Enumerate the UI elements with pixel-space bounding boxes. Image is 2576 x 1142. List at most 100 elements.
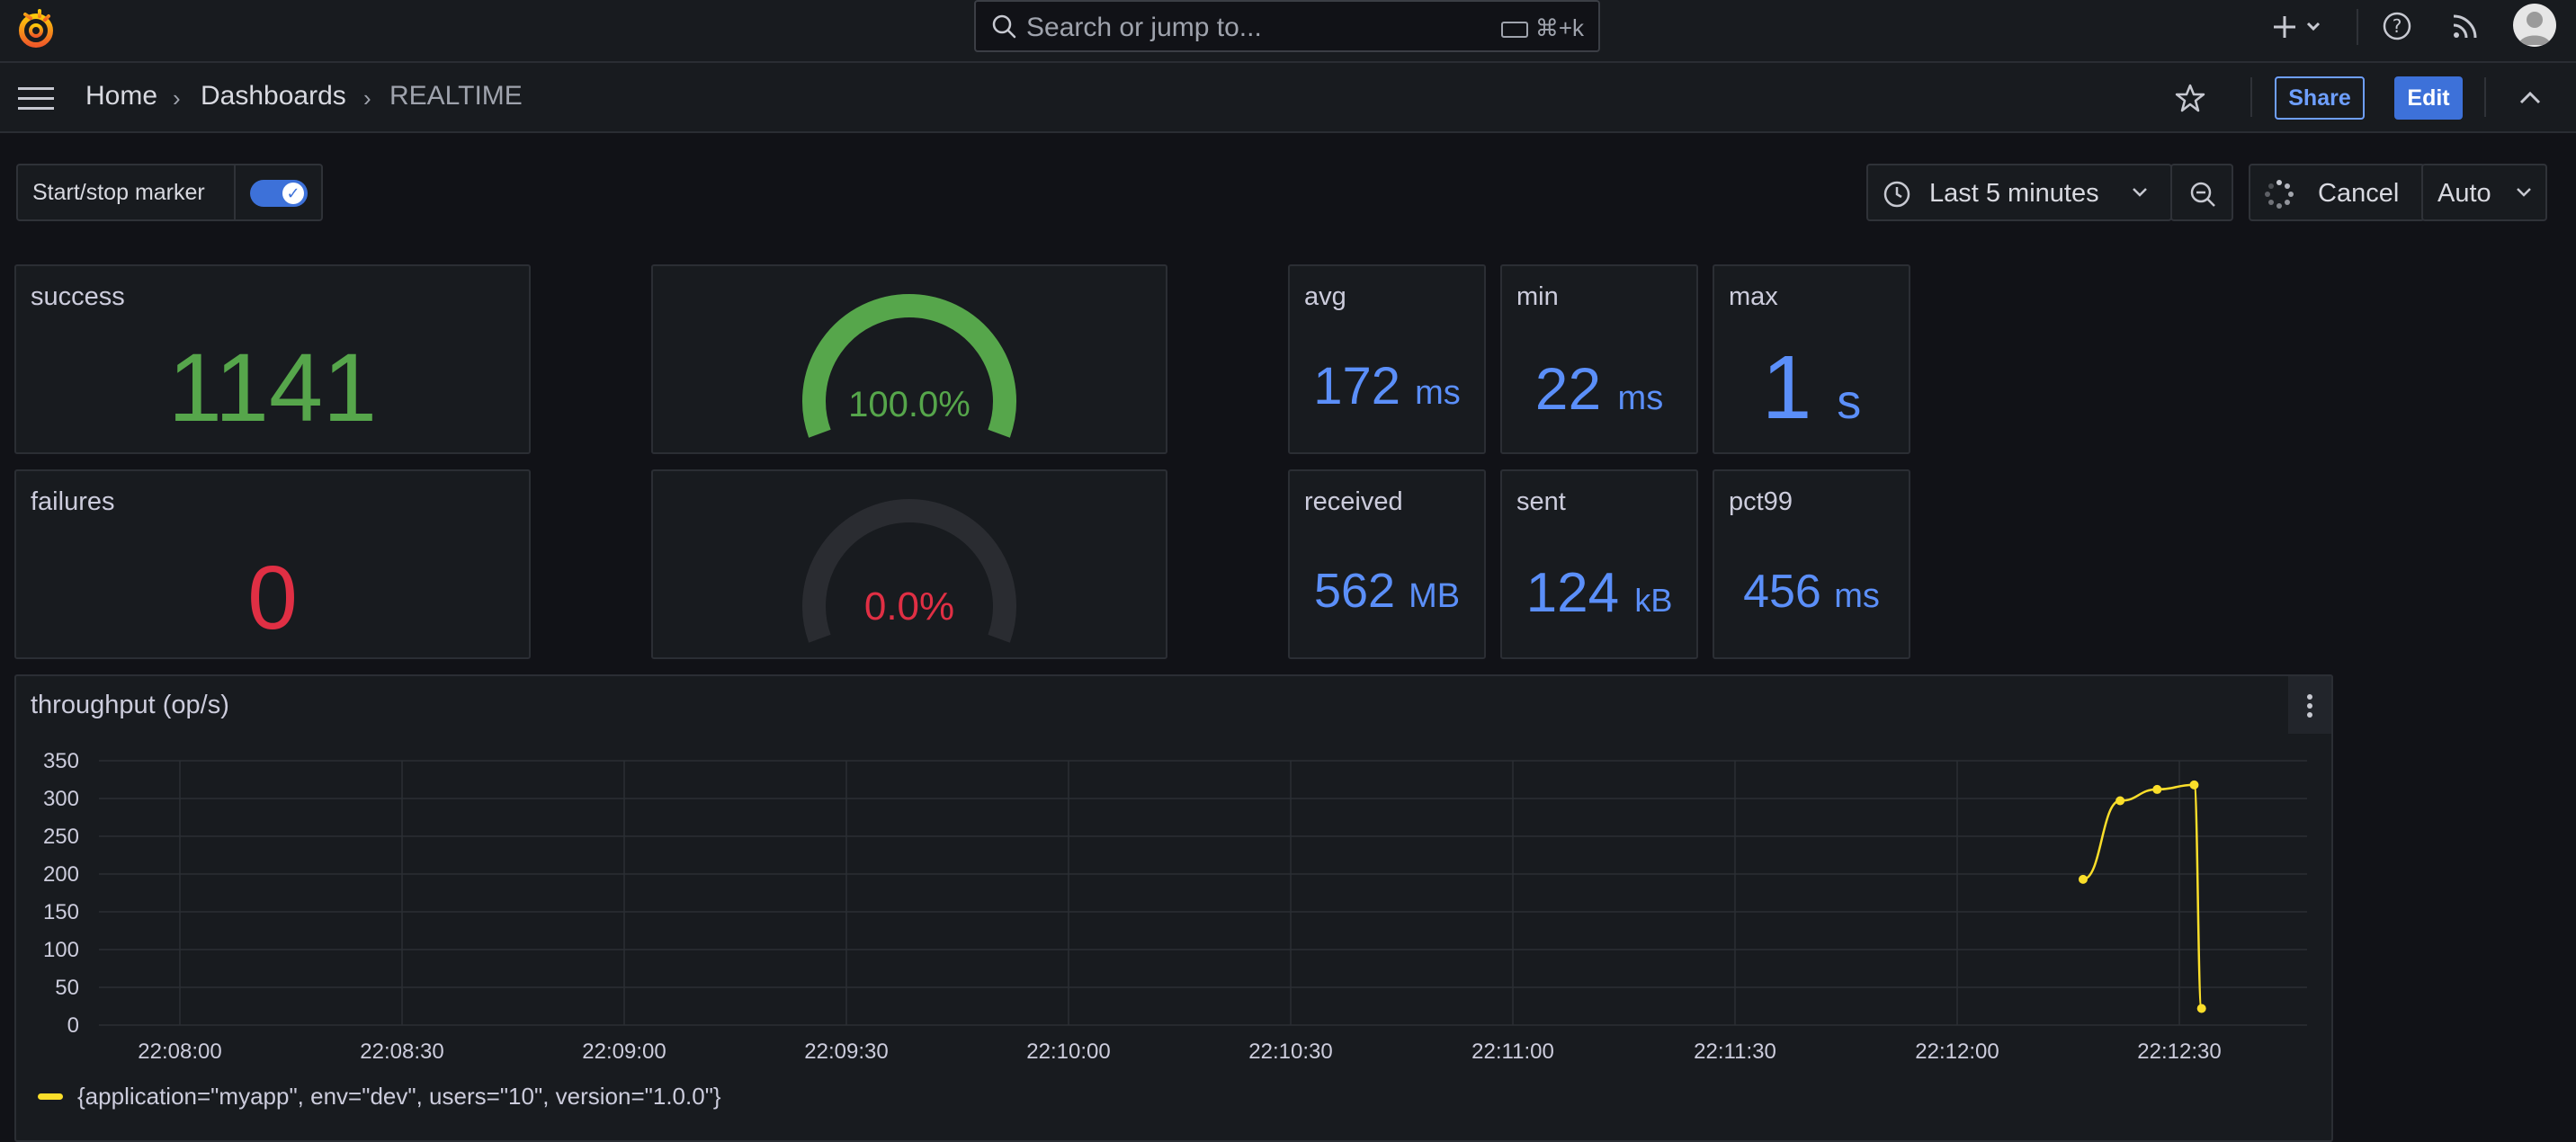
series-line: [2082, 783, 2203, 1010]
x-tick-label: 22:09:00: [582, 1039, 666, 1064]
chevron-right-icon: ›: [363, 85, 371, 112]
received-number: 562: [1313, 564, 1396, 618]
gauge-panel-failure[interactable]: 0.0%: [651, 469, 1167, 659]
breadcrumb-home[interactable]: Home: [85, 81, 157, 112]
clock-icon: [1883, 180, 1911, 213]
pct99-value: 456 ms: [1714, 565, 1909, 619]
avg-unit: ms: [1415, 374, 1461, 412]
search-input[interactable]: Search or jump to... ⌘+k: [974, 0, 1600, 52]
panel-title: success: [31, 282, 125, 311]
legend-swatch: [38, 1093, 63, 1100]
panel-title: sent: [1516, 487, 1566, 516]
min-value: 22 ms: [1502, 354, 1696, 423]
time-range-picker[interactable]: Last 5 minutes: [1866, 164, 2172, 221]
y-tick-label: 100: [43, 938, 79, 962]
sent-number: 124: [1525, 562, 1620, 624]
min-unit: ms: [1617, 379, 1664, 417]
y-tick-label: 350: [43, 749, 79, 773]
y-axis-ticks: 350 300 250 200 150 100 50 0: [43, 749, 79, 1038]
share-button[interactable]: Share: [2275, 76, 2365, 120]
stat-panel-sent[interactable]: sent 124 kB: [1500, 469, 1698, 659]
y-tick-label: 150: [43, 900, 79, 924]
x-tick-label: 22:08:30: [360, 1039, 443, 1064]
stat-panel-avg[interactable]: avg 172 ms: [1288, 264, 1486, 454]
chevron-down-icon: [2513, 183, 2535, 206]
x-tick-label: 22:10:00: [1026, 1039, 1110, 1064]
nav-divider: [2484, 77, 2486, 117]
stat-panel-success[interactable]: success 1141: [14, 264, 531, 454]
marker-toggle[interactable]: ✓: [250, 180, 308, 207]
legend-series-label[interactable]: {application="myapp", env="dev", users="…: [77, 1083, 721, 1111]
menu-toggle-icon[interactable]: [18, 85, 54, 112]
grafana-logo-icon[interactable]: [13, 5, 59, 52]
stat-panel-failures[interactable]: failures 0: [14, 469, 531, 659]
panel-title: min: [1516, 282, 1559, 311]
panel-title: pct99: [1729, 487, 1793, 516]
check-icon: ✓: [282, 183, 304, 204]
keyboard-icon: [1500, 22, 1528, 38]
plus-icon: [2274, 16, 2321, 38]
pct99-unit: ms: [1834, 577, 1880, 615]
avg-number: 172: [1313, 357, 1400, 415]
max-value: 1 s: [1714, 336, 1909, 440]
chart-grid: [99, 760, 2307, 1026]
avg-value: 172 ms: [1290, 356, 1484, 416]
data-point: [2152, 784, 2162, 794]
cancel-refresh-button[interactable]: Cancel: [2249, 164, 2425, 221]
max-number: 1: [1761, 337, 1812, 438]
nav-divider: [2250, 77, 2252, 117]
y-tick-label: 50: [55, 976, 79, 1000]
stat-panel-received[interactable]: received 562 MB: [1288, 469, 1486, 659]
avatar[interactable]: [2513, 4, 2556, 47]
control-divider: [234, 165, 236, 219]
star-icon[interactable]: [2175, 83, 2205, 118]
refresh-interval-label: Auto: [2437, 179, 2491, 208]
x-tick-label: 22:09:30: [804, 1039, 888, 1064]
zoom-out-icon: [2188, 180, 2219, 215]
shortcut-label: ⌘+k: [1534, 14, 1584, 41]
max-unit: s: [1837, 375, 1862, 429]
news-feed-icon[interactable]: [2450, 11, 2481, 46]
gauge-panel-success[interactable]: 100.0%: [651, 264, 1167, 454]
breadcrumb-dashboards[interactable]: Dashboards: [201, 81, 346, 112]
start-stop-marker-control: Start/stop marker ✓: [16, 164, 323, 221]
received-value: 562 MB: [1290, 563, 1484, 619]
sent-value: 124 kB: [1502, 561, 1696, 625]
refresh-interval-picker[interactable]: Auto: [2421, 164, 2547, 221]
chevron-down-icon: [2129, 183, 2151, 206]
success-value: 1141: [167, 333, 378, 442]
help-icon[interactable]: ?: [2382, 11, 2412, 46]
panel-title: failures: [31, 487, 115, 516]
time-range-label: Last 5 minutes: [1929, 179, 2099, 208]
chevron-right-icon: ›: [173, 85, 181, 112]
breadcrumb-current: REALTIME: [389, 81, 523, 111]
spinner-icon: [2263, 178, 2295, 215]
marker-label: Start/stop marker: [32, 180, 205, 205]
search-icon: [990, 13, 1017, 44]
panel-title: avg: [1304, 282, 1346, 311]
throughput-chart: 350300250200150100500 22:08:00 22:08:30 22…: [43, 749, 2307, 1064]
received-unit: MB: [1409, 577, 1461, 615]
stat-panel-max[interactable]: max 1 s: [1713, 264, 1910, 454]
x-tick-label: 22:11:00: [1471, 1039, 1554, 1064]
data-point: [2078, 874, 2088, 884]
y-tick-label: 0: [67, 1013, 79, 1038]
data-point: [2196, 1004, 2206, 1013]
success-gauge-value: 100.0%: [848, 385, 970, 424]
x-tick-label: 22:11:30: [1694, 1039, 1776, 1064]
failures-value: 0: [247, 548, 298, 648]
zoom-out-button[interactable]: [2170, 164, 2233, 221]
sent-unit: kB: [1634, 582, 1673, 619]
x-axis-ticks: 22:08:00 22:08:30 22:09:00 22:09:30 22:10:00…: [138, 1039, 2221, 1064]
add-new-button[interactable]: [2272, 9, 2331, 45]
x-tick-label: 22:12:00: [1915, 1039, 1999, 1064]
chevron-up-icon[interactable]: [2515, 86, 2545, 114]
stat-panel-min[interactable]: min 22 ms: [1500, 264, 1698, 454]
search-shortcut: ⌘+k: [1500, 14, 1584, 42]
user-icon: [2518, 12, 2551, 45]
stat-panel-pct99[interactable]: pct99 456 ms: [1713, 469, 1910, 659]
data-point: [2189, 780, 2199, 790]
panel-title: received: [1304, 487, 1403, 516]
edit-button[interactable]: Edit: [2394, 76, 2463, 120]
data-point: [2115, 796, 2125, 806]
